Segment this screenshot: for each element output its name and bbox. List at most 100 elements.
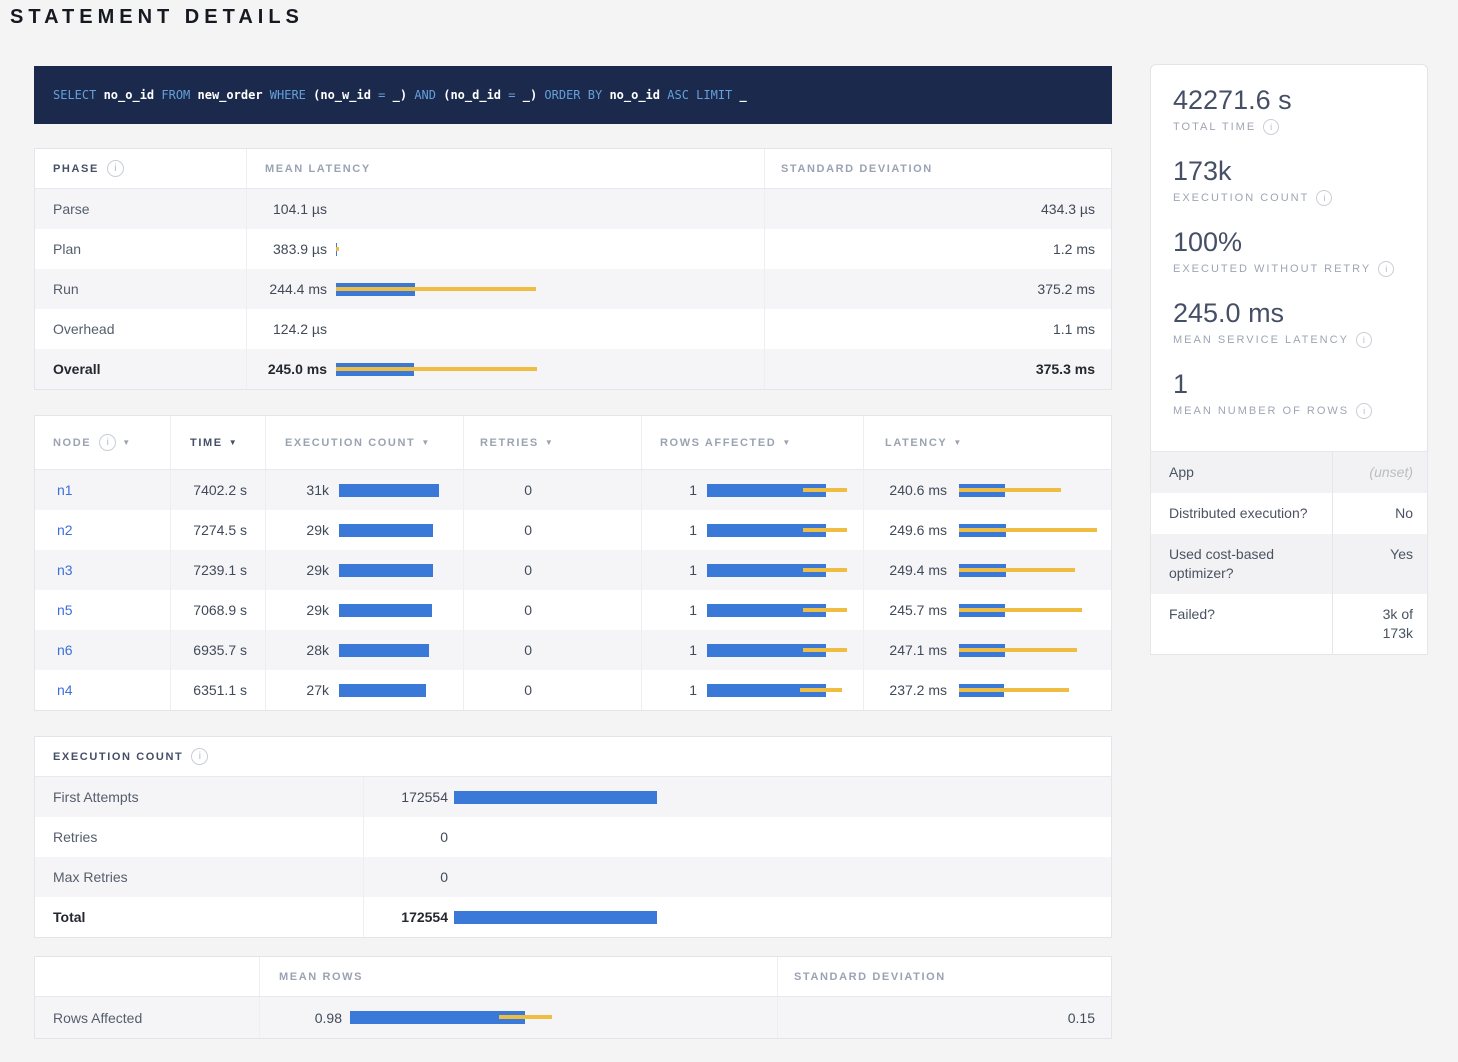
node-link[interactable]: n4 <box>57 682 73 698</box>
bar-chart <box>336 363 764 376</box>
info-icon[interactable]: i <box>1356 403 1372 419</box>
time-value: 7274.5 s <box>193 522 247 538</box>
attribute-label: Distributed execution? <box>1151 493 1333 534</box>
info-icon[interactable]: i <box>1356 332 1372 348</box>
column-header-rows-affected[interactable]: ROWS AFFECTED▼ <box>641 416 863 469</box>
mean-latency-value: 245.0 ms <box>265 361 327 377</box>
stat-value: 42271.6 s <box>1173 85 1407 115</box>
bar-chart <box>707 524 863 537</box>
bar-chart <box>454 831 1113 844</box>
column-header-execution-count[interactable]: EXECUTION COUNT ▼ <box>265 416 463 469</box>
standard-deviation-cell: 434.3 µs <box>764 189 1113 229</box>
bar-stddev <box>959 528 1097 532</box>
info-icon[interactable]: i <box>191 748 208 765</box>
mean-latency-cell: 245.0 ms <box>246 349 764 389</box>
node-table-header: NODEi▼TIME▼EXECUTION COUNT▼RETRIES▼ROWS … <box>35 416 1111 470</box>
bar-chart <box>336 323 764 336</box>
retries-value: 0 <box>464 642 532 658</box>
latency-cell: 237.2 ms <box>863 670 1113 710</box>
execution-count-value: 29k <box>266 522 329 538</box>
info-icon[interactable]: i <box>1316 190 1332 206</box>
info-icon[interactable]: i <box>107 160 124 177</box>
node-link[interactable]: n5 <box>57 602 73 618</box>
time-value: 7402.2 s <box>193 482 247 498</box>
time-cell: 6351.1 s <box>170 670 265 710</box>
column-header-label: STANDARD DEVIATION <box>781 163 933 175</box>
latency-value: 245.7 ms <box>864 602 947 618</box>
sql-token: _ <box>393 88 400 102</box>
sql-token: WHERE <box>263 88 314 102</box>
rows-affected-cell: 1 <box>641 590 863 630</box>
standard-deviation-value: 375.2 ms <box>1037 281 1095 297</box>
column-header-latency[interactable]: LATENCY▼ <box>863 416 1113 469</box>
node-row: n46351.1 s27k01237.2 ms <box>35 670 1111 710</box>
phase-name: Run <box>53 281 79 297</box>
attribute-row: Distributed execution?No <box>1151 493 1427 534</box>
statement-attributes-card: App(unset)Distributed execution?NoUsed c… <box>1150 451 1428 655</box>
statement-query-bar: SELECT no_o_id FROM new_order WHERE (no_… <box>34 66 1112 124</box>
sort-arrow-icon: ▼ <box>421 438 431 447</box>
column-header-retries[interactable]: RETRIES▼ <box>463 416 641 469</box>
mean-latency-value: 244.4 ms <box>265 281 327 297</box>
bar-chart <box>339 684 463 697</box>
node-link[interactable]: n6 <box>57 642 73 658</box>
standard-deviation-value: 1.2 ms <box>1053 241 1095 257</box>
mean-latency-value: 383.9 µs <box>265 241 327 257</box>
bar-mean <box>339 484 439 497</box>
node-link[interactable]: n1 <box>57 482 73 498</box>
column-header-mean-latency: MEAN LATENCY <box>246 149 764 188</box>
column-header-time[interactable]: TIME▼ <box>170 416 265 469</box>
sql-token: AND <box>414 88 436 102</box>
retries-cell: 0 <box>463 550 641 590</box>
bar-chart <box>336 203 764 216</box>
info-icon[interactable]: i <box>99 434 116 451</box>
node-link[interactable]: n2 <box>57 522 73 538</box>
mean-latency-cell: 104.1 µs <box>246 189 764 229</box>
bar-stddev <box>803 608 847 612</box>
count-cell: 172554 <box>363 777 1113 817</box>
column-header-node[interactable]: NODEi▼ <box>35 416 170 469</box>
table-title: EXECUTION COUNT i <box>35 737 208 776</box>
execution-count-value: 29k <box>266 602 329 618</box>
execution-count-cell: 29k <box>265 510 463 550</box>
node-row: n17402.2 s31k01240.6 ms <box>35 470 1111 510</box>
sort-arrow-icon: ▼ <box>122 438 132 447</box>
metric-name-cell: Rows Affected <box>35 997 259 1038</box>
node-cell: n1 <box>35 470 170 510</box>
node-row: n57068.9 s29k01245.7 ms <box>35 590 1111 630</box>
attempt-type-cell: Retries <box>35 817 363 857</box>
latency-value: 249.6 ms <box>864 522 947 538</box>
node-row: n66935.7 s28k01247.1 ms <box>35 630 1111 670</box>
column-header-label: EXECUTION COUNT <box>285 437 415 449</box>
bar-mean <box>454 911 657 924</box>
node-link[interactable]: n3 <box>57 562 73 578</box>
info-icon[interactable]: i <box>1378 261 1394 277</box>
mean-latency-value: 104.1 µs <box>265 201 327 217</box>
phase-name: Overall <box>53 361 100 377</box>
sql-token: new_order <box>198 88 263 102</box>
attempt-type-cell: Total <box>35 897 363 937</box>
standard-deviation-cell: 375.2 ms <box>764 269 1113 309</box>
bar-chart <box>959 604 1113 617</box>
sort-arrow-icon: ▼ <box>229 438 239 447</box>
sql-token: ) <box>530 88 544 102</box>
info-icon[interactable]: i <box>1263 119 1279 135</box>
column-header-mean-rows: MEAN ROWS <box>259 957 777 996</box>
phase-row: Overall 245.0 ms 375.3 ms <box>35 349 1111 389</box>
rows-affected-cell: 1 <box>641 630 863 670</box>
count-cell: 0 <box>363 817 1113 857</box>
sql-token: no_w_id <box>320 88 371 102</box>
standard-deviation-value: 375.3 ms <box>1036 361 1095 377</box>
execution-count-value: 28k <box>266 642 329 658</box>
latency-cell: 249.4 ms <box>863 550 1113 590</box>
bar-stddev <box>959 608 1082 612</box>
count-value: 172554 <box>364 789 448 805</box>
bar-chart <box>959 684 1113 697</box>
retries-cell: 0 <box>463 510 641 550</box>
table-title-label: EXECUTION COUNT <box>53 751 183 763</box>
column-header-standard-deviation: STANDARD DEVIATION <box>777 957 1113 996</box>
bar-mean <box>339 604 432 617</box>
latency-value: 249.4 ms <box>864 562 947 578</box>
latency-cell: 245.7 ms <box>863 590 1113 630</box>
bar-chart <box>707 684 863 697</box>
